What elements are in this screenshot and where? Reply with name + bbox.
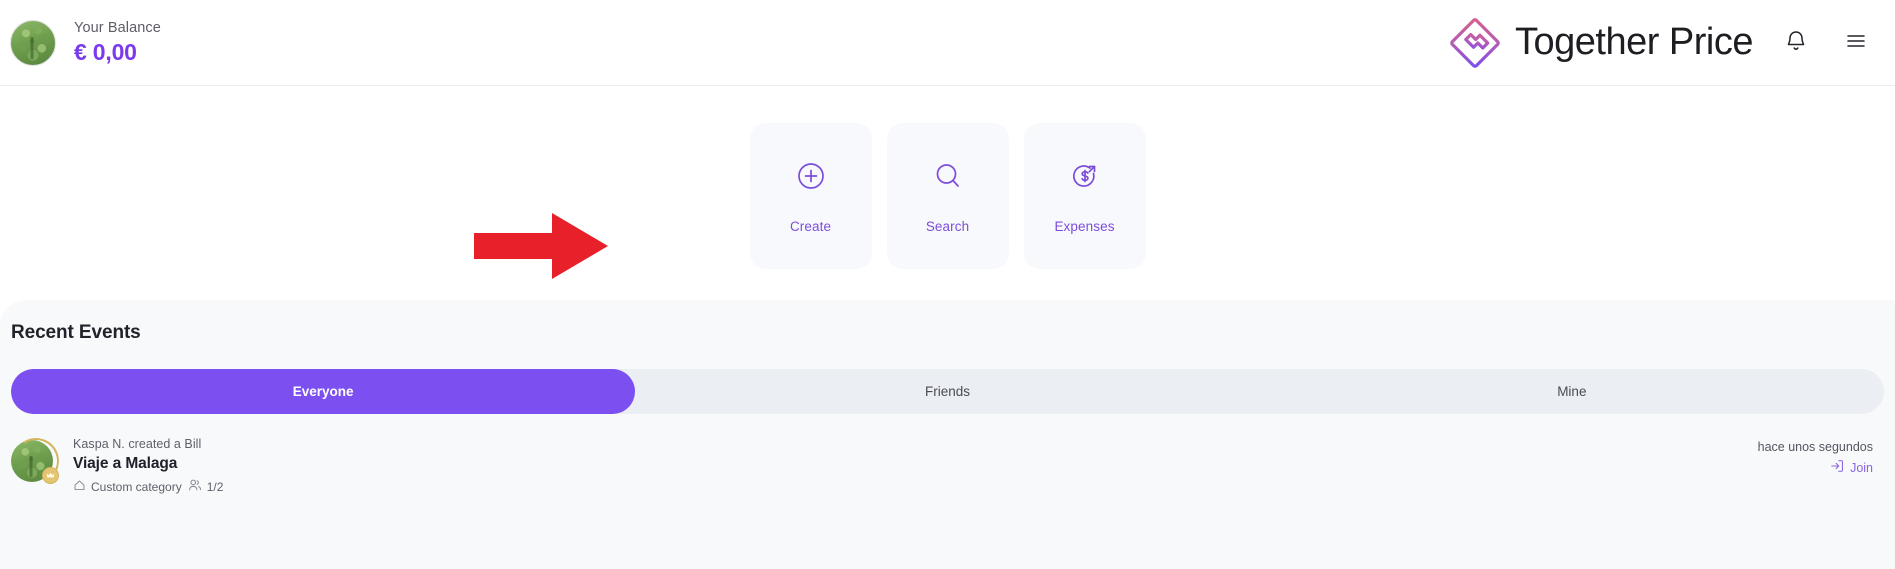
quick-action-search[interactable]: Search bbox=[886, 123, 1009, 269]
together-price-logo-icon bbox=[1449, 17, 1501, 69]
event-category-label: Custom category bbox=[91, 479, 182, 494]
enter-arrow-icon bbox=[1830, 459, 1844, 476]
event-text-block: Kaspa N. created a Bill Viaje a Malaga C… bbox=[73, 436, 223, 495]
brand-block: Together Price bbox=[1449, 17, 1873, 69]
tab-friends[interactable]: Friends bbox=[635, 369, 1259, 414]
event-primary-content: Kaspa N. created a Bill Viaje a Malaga C… bbox=[8, 433, 223, 495]
brand-name: Together Price bbox=[1514, 21, 1754, 63]
hamburger-menu-button[interactable] bbox=[1839, 26, 1873, 60]
quick-action-create[interactable]: Create bbox=[749, 123, 872, 269]
magnifying-glass-icon bbox=[931, 159, 965, 193]
event-members-count: 1/2 bbox=[206, 479, 224, 494]
event-list-item[interactable]: Kaspa N. created a Bill Viaje a Malaga C… bbox=[0, 433, 1895, 495]
quick-action-label: Create bbox=[789, 218, 832, 234]
tab-everyone[interactable]: Everyone bbox=[11, 369, 636, 414]
event-secondary-content: hace unos segundos Join bbox=[1758, 436, 1873, 476]
quick-actions-row: Create Search Expenses bbox=[0, 86, 1895, 300]
event-title: Viaje a Malaga bbox=[73, 455, 178, 472]
event-meta-row: Custom category 1/2 bbox=[73, 478, 223, 495]
app-root: Your Balance € 0,00 Together Price Creat… bbox=[0, 0, 1895, 569]
event-timestamp: hace unos segundos bbox=[1757, 440, 1873, 454]
event-members-chip: 1/2 bbox=[188, 478, 224, 495]
join-event-button[interactable]: Join bbox=[1830, 459, 1873, 476]
app-header: Your Balance € 0,00 Together Price bbox=[0, 0, 1895, 86]
hamburger-menu-icon bbox=[1844, 29, 1868, 56]
quick-action-expenses[interactable]: Expenses bbox=[1023, 123, 1146, 269]
event-action-text: Kaspa N. created a Bill bbox=[73, 437, 202, 451]
user-avatar[interactable] bbox=[10, 19, 56, 66]
event-category-chip: Custom category bbox=[73, 479, 182, 495]
balance-amount: € 0,00 bbox=[74, 38, 137, 65]
gold-crown-badge-icon bbox=[42, 467, 59, 484]
notifications-button[interactable] bbox=[1779, 26, 1813, 60]
bell-icon bbox=[1784, 29, 1808, 56]
balance-block[interactable]: Your Balance € 0,00 bbox=[10, 19, 161, 66]
balance-text: Your Balance € 0,00 bbox=[74, 20, 161, 66]
people-icon bbox=[188, 478, 202, 495]
event-avatar-group[interactable] bbox=[8, 433, 64, 489]
brand-logo[interactable]: Together Price bbox=[1449, 17, 1754, 69]
category-tag-icon bbox=[73, 479, 86, 495]
quick-action-label: Search bbox=[925, 218, 970, 234]
plus-circle-icon bbox=[794, 159, 828, 193]
tab-mine[interactable]: Mine bbox=[1260, 369, 1884, 414]
events-filter-tabs: Everyone Friends Mine bbox=[11, 369, 1884, 414]
recent-events-title: Recent Events bbox=[11, 322, 141, 343]
balance-label: Your Balance bbox=[74, 19, 161, 36]
join-label: Join bbox=[1850, 460, 1873, 475]
recent-events-panel: Recent Events Everyone Friends Mine Kasp… bbox=[0, 300, 1895, 569]
dollar-circle-arrow-icon bbox=[1068, 159, 1102, 193]
quick-action-label: Expenses bbox=[1054, 218, 1115, 234]
red-pointer-arrow-icon bbox=[474, 211, 608, 281]
